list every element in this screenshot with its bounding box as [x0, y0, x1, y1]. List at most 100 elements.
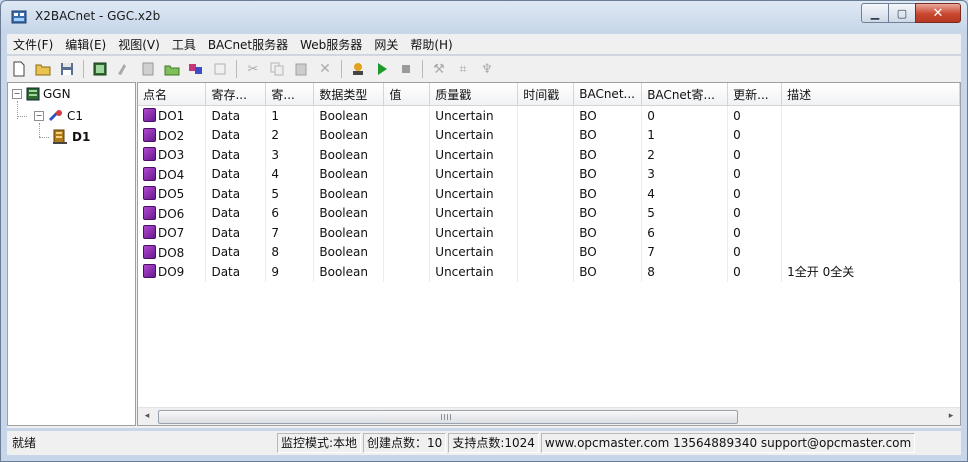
table-cell[interactable]: 2: [265, 125, 315, 145]
table-cell[interactable]: BO: [573, 242, 643, 262]
table-cell[interactable]: [517, 164, 575, 184]
delete-button[interactable]: ✕: [315, 59, 335, 79]
table-cell[interactable]: [517, 105, 575, 126]
table-cell[interactable]: [383, 203, 431, 223]
table-cell[interactable]: [383, 105, 431, 126]
table-cell[interactable]: [383, 223, 431, 243]
table-cell[interactable]: [383, 242, 431, 262]
table-cell[interactable]: 0: [727, 223, 783, 243]
table-cell[interactable]: 5: [641, 203, 729, 223]
table-cell[interactable]: 0: [727, 164, 783, 184]
table-row[interactable]: DO3 Data 3 Boolean Uncertain BO 2 0: [138, 145, 960, 165]
column-header[interactable]: 寄存...: [205, 83, 267, 106]
scroll-thumb[interactable]: [158, 410, 738, 424]
menu-gateway[interactable]: 网关: [368, 36, 404, 53]
scroll-left-icon[interactable]: ◂: [140, 410, 154, 423]
table-row[interactable]: DO7 Data 7 Boolean Uncertain BO 6 0: [138, 223, 960, 243]
table-cell[interactable]: Boolean: [313, 145, 385, 165]
table-cell[interactable]: BO: [573, 262, 643, 282]
stop-button[interactable]: [396, 59, 416, 79]
export-button[interactable]: [210, 59, 230, 79]
table-cell[interactable]: DO8: [138, 242, 207, 262]
horizontal-scrollbar[interactable]: ◂ ▸: [138, 407, 960, 425]
table-cell[interactable]: [383, 262, 431, 282]
menu-help[interactable]: 帮助(H): [404, 36, 458, 53]
cube-button[interactable]: [186, 59, 206, 79]
table-cell[interactable]: Boolean: [313, 223, 385, 243]
table-cell[interactable]: DO6: [138, 203, 207, 223]
monitor-button[interactable]: [348, 59, 368, 79]
table-cell[interactable]: BO: [573, 184, 643, 204]
table-cell[interactable]: Data: [205, 145, 267, 165]
table-cell[interactable]: 0: [727, 203, 783, 223]
table-cell[interactable]: Data: [205, 184, 267, 204]
new-button[interactable]: [9, 59, 29, 79]
table-cell[interactable]: 1全开 0全关: [781, 262, 960, 282]
table-cell[interactable]: Uncertain: [429, 184, 519, 204]
table-cell[interactable]: [517, 262, 575, 282]
table-row[interactable]: DO1 Data 1 Boolean Uncertain BO 0 0: [138, 105, 960, 126]
table-cell[interactable]: DO9: [138, 262, 207, 282]
table-cell[interactable]: 0: [641, 105, 729, 126]
column-header[interactable]: 数据类型: [313, 83, 385, 106]
menu-web-server[interactable]: Web服务器: [294, 36, 368, 53]
table-cell[interactable]: BO: [573, 125, 643, 145]
table-cell[interactable]: [517, 184, 575, 204]
table-row[interactable]: DO5 Data 5 Boolean Uncertain BO 4 0: [138, 184, 960, 204]
table-cell[interactable]: 9: [265, 262, 315, 282]
table-cell[interactable]: 3: [641, 164, 729, 184]
table-cell[interactable]: 2: [641, 145, 729, 165]
title-bar[interactable]: X2BACnet - GGC.x2b ▁ ▢ ✕: [1, 1, 967, 33]
minimize-button[interactable]: ▁: [861, 3, 888, 23]
table-cell[interactable]: 0: [727, 145, 783, 165]
table-cell[interactable]: DO3: [138, 145, 207, 165]
table-cell[interactable]: 3: [265, 145, 315, 165]
table-cell[interactable]: 4: [265, 164, 315, 184]
add-device-button[interactable]: [90, 59, 110, 79]
table-cell[interactable]: 0: [727, 184, 783, 204]
cut-button[interactable]: ✂: [243, 59, 263, 79]
column-header[interactable]: 质量戳: [429, 83, 519, 106]
table-cell[interactable]: [517, 203, 575, 223]
table-cell[interactable]: [517, 242, 575, 262]
collapse-icon[interactable]: −: [34, 111, 44, 121]
table-cell[interactable]: DO2: [138, 125, 207, 145]
table-cell[interactable]: 8: [641, 262, 729, 282]
column-header[interactable]: BACnet寄...: [641, 83, 729, 106]
table-cell[interactable]: [517, 125, 575, 145]
table-row[interactable]: DO4 Data 4 Boolean Uncertain BO 3 0: [138, 164, 960, 184]
table-cell[interactable]: Data: [205, 125, 267, 145]
column-header[interactable]: BACnet...: [573, 83, 643, 106]
table-cell[interactable]: 0: [727, 105, 783, 126]
table-cell[interactable]: [781, 223, 960, 243]
column-header[interactable]: 点名: [138, 83, 207, 106]
menu-tools[interactable]: 工具: [166, 36, 202, 53]
table-cell[interactable]: 1: [641, 125, 729, 145]
table-cell[interactable]: 0: [727, 242, 783, 262]
table-cell[interactable]: Boolean: [313, 125, 385, 145]
copy-button[interactable]: [267, 59, 287, 79]
table-cell[interactable]: 4: [641, 184, 729, 204]
table-cell[interactable]: Boolean: [313, 262, 385, 282]
table-cell[interactable]: 5: [265, 184, 315, 204]
table-cell[interactable]: Uncertain: [429, 203, 519, 223]
open-button[interactable]: [33, 59, 53, 79]
table-cell[interactable]: 1: [265, 105, 315, 126]
table-cell[interactable]: Boolean: [313, 164, 385, 184]
menu-bacnet-server[interactable]: BACnet服务器: [202, 36, 294, 53]
table-row[interactable]: DO2 Data 2 Boolean Uncertain BO 1 0: [138, 125, 960, 145]
table-cell[interactable]: [383, 164, 431, 184]
table-cell[interactable]: [781, 125, 960, 145]
menu-view[interactable]: 视图(V): [112, 36, 166, 53]
tool3-button[interactable]: ♆: [477, 59, 497, 79]
device-tree[interactable]: − GGN − C1 D1: [7, 82, 136, 426]
table-cell[interactable]: BO: [573, 145, 643, 165]
table-cell[interactable]: DO1: [138, 105, 207, 126]
table-cell[interactable]: Uncertain: [429, 125, 519, 145]
column-header[interactable]: 值: [383, 83, 431, 106]
table-cell[interactable]: Uncertain: [429, 164, 519, 184]
tree-node-channel[interactable]: − C1: [34, 109, 83, 123]
table-cell[interactable]: DO4: [138, 164, 207, 184]
table-cell[interactable]: Boolean: [313, 184, 385, 204]
paste-button[interactable]: [291, 59, 311, 79]
